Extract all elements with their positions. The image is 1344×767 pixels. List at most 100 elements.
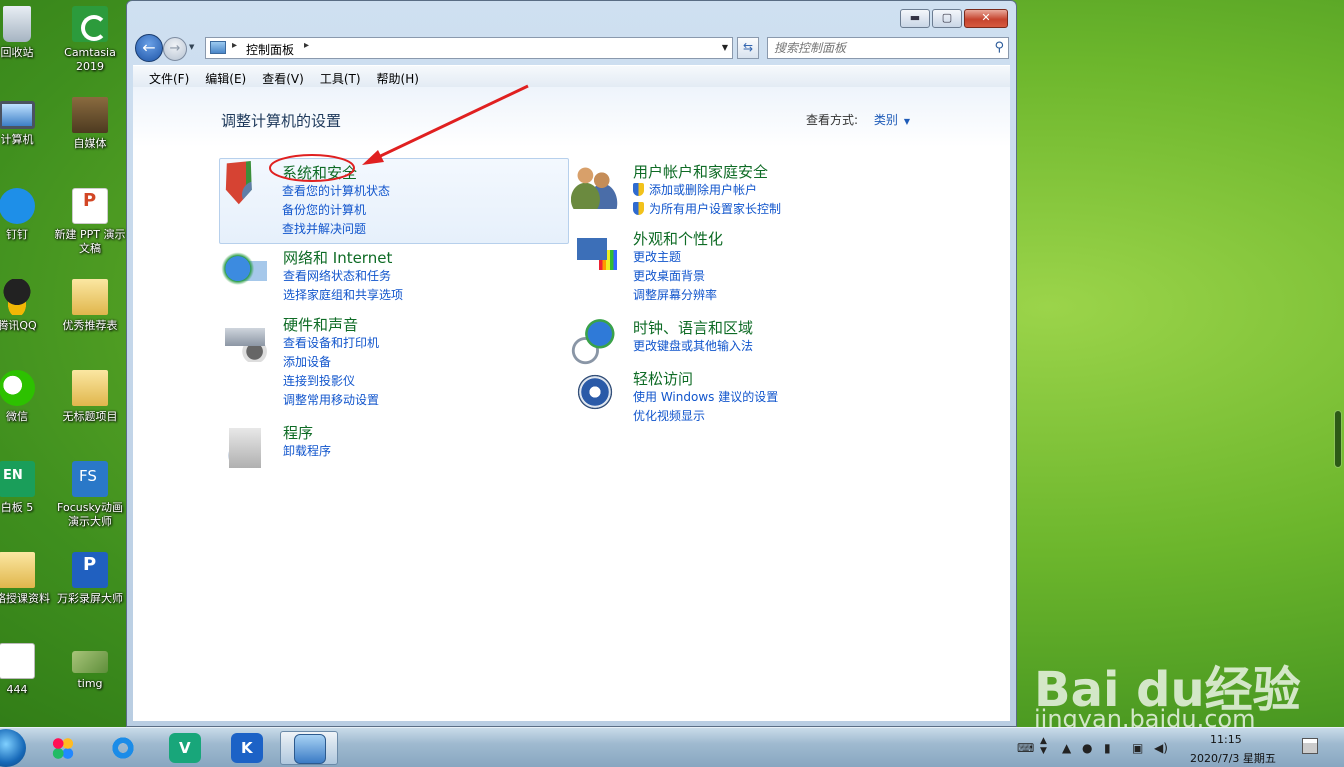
desktop-icon-course-folder[interactable]: 网络授课资料 <box>0 552 54 606</box>
desktop-icon-timg[interactable]: timg <box>53 643 127 691</box>
link-network-status[interactable]: 查看网络状态和任务 <box>283 267 391 284</box>
back-button[interactable]: ← <box>135 34 163 62</box>
category-title[interactable]: 网络和 Internet <box>283 247 392 268</box>
category-title[interactable]: 程序 <box>283 422 313 443</box>
link-screen-resolution[interactable]: 调整屏幕分辨率 <box>633 286 717 303</box>
taskbar-v-app[interactable] <box>160 731 210 765</box>
category-clock-region[interactable]: 时钟、语言和区域 更改键盘或其他输入法 <box>571 317 871 365</box>
forward-button[interactable]: → <box>163 37 187 61</box>
taskbar-ie[interactable] <box>98 731 148 765</box>
v-app-icon <box>169 733 201 763</box>
link-view-status[interactable]: 查看您的计算机状态 <box>282 182 390 199</box>
breadcrumb-control-panel[interactable]: 控制面板 <box>246 41 294 58</box>
qq-icon <box>0 279 35 315</box>
desktop-icon-focusky[interactable]: Focusky动画演示大师 <box>53 461 127 529</box>
desktop-icon-qq[interactable]: 腾讯QQ <box>0 279 54 333</box>
link-change-theme[interactable]: 更改主题 <box>633 248 681 265</box>
start-button[interactable] <box>0 729 26 767</box>
breadcrumb-separator: ▸ <box>232 40 238 51</box>
category-title[interactable]: 用户帐户和家庭安全 <box>633 161 768 182</box>
category-hardware-sound[interactable]: 硬件和声音 查看设备和打印机 添加设备 连接到投影仪 调整常用移动设置 <box>221 314 521 410</box>
category-ease-of-access[interactable]: 轻松访问 使用 Windows 建议的设置 优化视频显示 <box>571 368 871 426</box>
desktop-icon-recommend-folder[interactable]: 优秀推荐表 <box>53 279 127 333</box>
view-by-dropdown[interactable]: 类别 ▼ <box>874 113 910 127</box>
breadcrumb-separator[interactable]: ▸ <box>304 40 309 51</box>
tray-expand-icon[interactable]: ▲ ▼ <box>1040 736 1047 756</box>
link-devices-printers[interactable]: 查看设备和打印机 <box>283 334 379 351</box>
volume-icon[interactable]: ◀) <box>1154 741 1168 755</box>
desktop-icon-camtasia[interactable]: Camtasia 2019 <box>53 6 127 74</box>
link-parental-controls[interactable]: 为所有用户设置家长控制 <box>633 200 781 217</box>
search-input[interactable] <box>774 39 984 57</box>
link-mobility-settings[interactable]: 调整常用移动设置 <box>283 391 379 408</box>
recycle-bin-icon <box>3 6 31 42</box>
taskbar-palette-app[interactable] <box>38 731 88 765</box>
address-dropdown-icon[interactable]: ▼ <box>722 43 728 52</box>
minimize-button[interactable]: ▬ <box>900 9 930 28</box>
category-title[interactable]: 时钟、语言和区域 <box>633 317 753 338</box>
wechat-icon <box>0 370 35 406</box>
maximize-button[interactable]: ▢ <box>932 9 962 28</box>
link-desktop-background[interactable]: 更改桌面背景 <box>633 267 705 284</box>
desktop-icon-untitled-folder[interactable]: 无标题项目 <box>53 370 127 424</box>
search-icon[interactable]: ⚲ <box>994 40 1004 55</box>
keyboard-icon[interactable]: ⌨ <box>1017 741 1034 755</box>
refresh-button[interactable]: ⇆ <box>737 37 759 59</box>
k-app-icon <box>231 733 263 763</box>
menu-file[interactable]: 文件(F) <box>141 66 197 87</box>
clipboard-icon[interactable]: ▣ <box>1132 741 1143 755</box>
link-windows-suggested[interactable]: 使用 Windows 建议的设置 <box>633 388 778 405</box>
address-bar[interactable]: ▸ 控制面板 ▸ ▼ <box>205 37 733 59</box>
category-appearance[interactable]: 外观和个性化 更改主题 更改桌面背景 调整屏幕分辨率 <box>571 228 871 304</box>
taskbar-k-app[interactable] <box>222 731 272 765</box>
category-title[interactable]: 轻松访问 <box>633 368 693 389</box>
category-title[interactable]: 系统和安全 <box>282 162 357 183</box>
link-add-remove-users[interactable]: 添加或删除用户帐户 <box>633 181 757 198</box>
desktop-icon-wechat[interactable]: 微信 <box>0 370 54 424</box>
desktop-icon-media-folder[interactable]: 自媒体 <box>53 97 127 151</box>
show-desktop-button[interactable] <box>1302 738 1318 754</box>
link-troubleshoot[interactable]: 查找并解决问题 <box>282 220 366 237</box>
desktop-icon-dingtalk[interactable]: 钉钉 <box>0 188 54 242</box>
image-icon <box>72 651 108 673</box>
category-programs[interactable]: 程序 卸载程序 <box>221 422 521 470</box>
category-system-security[interactable]: 系统和安全 查看您的计算机状态 备份您的计算机 查找并解决问题 <box>219 158 569 244</box>
desktop-icon-wancai[interactable]: 万彩录屏大师 <box>53 552 127 606</box>
link-optimize-display[interactable]: 优化视频显示 <box>633 407 705 424</box>
category-title[interactable]: 硬件和声音 <box>283 314 358 335</box>
file-icon <box>0 643 35 679</box>
arrow-right-icon: → <box>169 41 181 56</box>
category-title[interactable]: 外观和个性化 <box>633 228 723 249</box>
network-signal-icon[interactable]: ▮ <box>1104 741 1111 755</box>
ppt-file-icon <box>72 188 108 224</box>
menu-tools[interactable]: 工具(T) <box>312 66 369 87</box>
show-hidden-icons-icon[interactable]: ▲ <box>1062 741 1071 755</box>
close-icon: ✕ <box>981 11 991 24</box>
menu-help[interactable]: 帮助(H) <box>369 66 427 87</box>
taskbar: ⌨ ▲▼ ▲ ● ▮ ▣ ◀) 11:15 2020/7/3 星期五 <box>0 727 1344 767</box>
menu-bar: 文件(F) 编辑(E) 查看(V) 工具(T) 帮助(H) <box>133 65 1010 87</box>
link-uninstall-program[interactable]: 卸载程序 <box>283 442 331 459</box>
taskbar-control-panel[interactable] <box>280 731 338 765</box>
menu-view[interactable]: 查看(V) <box>254 66 312 87</box>
close-button[interactable]: ✕ <box>964 9 1008 28</box>
category-user-accounts[interactable]: 用户帐户和家庭安全 添加或删除用户帐户 为所有用户设置家长控制 <box>571 161 871 221</box>
dingtalk-icon <box>0 188 35 224</box>
clock-date[interactable]: 2020/7/3 星期五 <box>1190 750 1276 766</box>
link-add-device[interactable]: 添加设备 <box>283 353 331 370</box>
link-keyboard-input[interactable]: 更改键盘或其他输入法 <box>633 337 753 354</box>
link-backup[interactable]: 备份您的计算机 <box>282 201 366 218</box>
desktop-icon-ppt[interactable]: 新建 PPT 演示文稿 <box>53 188 127 256</box>
desktop-icon-recycle-bin[interactable]: 回收站 <box>0 6 54 60</box>
link-projector[interactable]: 连接到投影仪 <box>283 372 355 389</box>
recent-pages-dropdown[interactable]: ▼ <box>189 43 194 51</box>
clock-time[interactable]: 11:15 <box>1210 733 1242 746</box>
window-controls: ▬ ▢ ✕ <box>900 9 1008 28</box>
category-network[interactable]: 网络和 Internet 查看网络状态和任务 选择家庭组和共享选项 <box>221 247 521 307</box>
desktop-icon-444[interactable]: 444 <box>0 643 54 697</box>
desktop-icon-whiteboard[interactable]: 白板 5 <box>0 461 54 515</box>
desktop-icon-computer[interactable]: 计算机 <box>0 97 54 147</box>
link-homegroup[interactable]: 选择家庭组和共享选项 <box>283 286 403 303</box>
qq-tray-icon[interactable]: ● <box>1082 741 1092 755</box>
menu-edit[interactable]: 编辑(E) <box>197 66 254 87</box>
